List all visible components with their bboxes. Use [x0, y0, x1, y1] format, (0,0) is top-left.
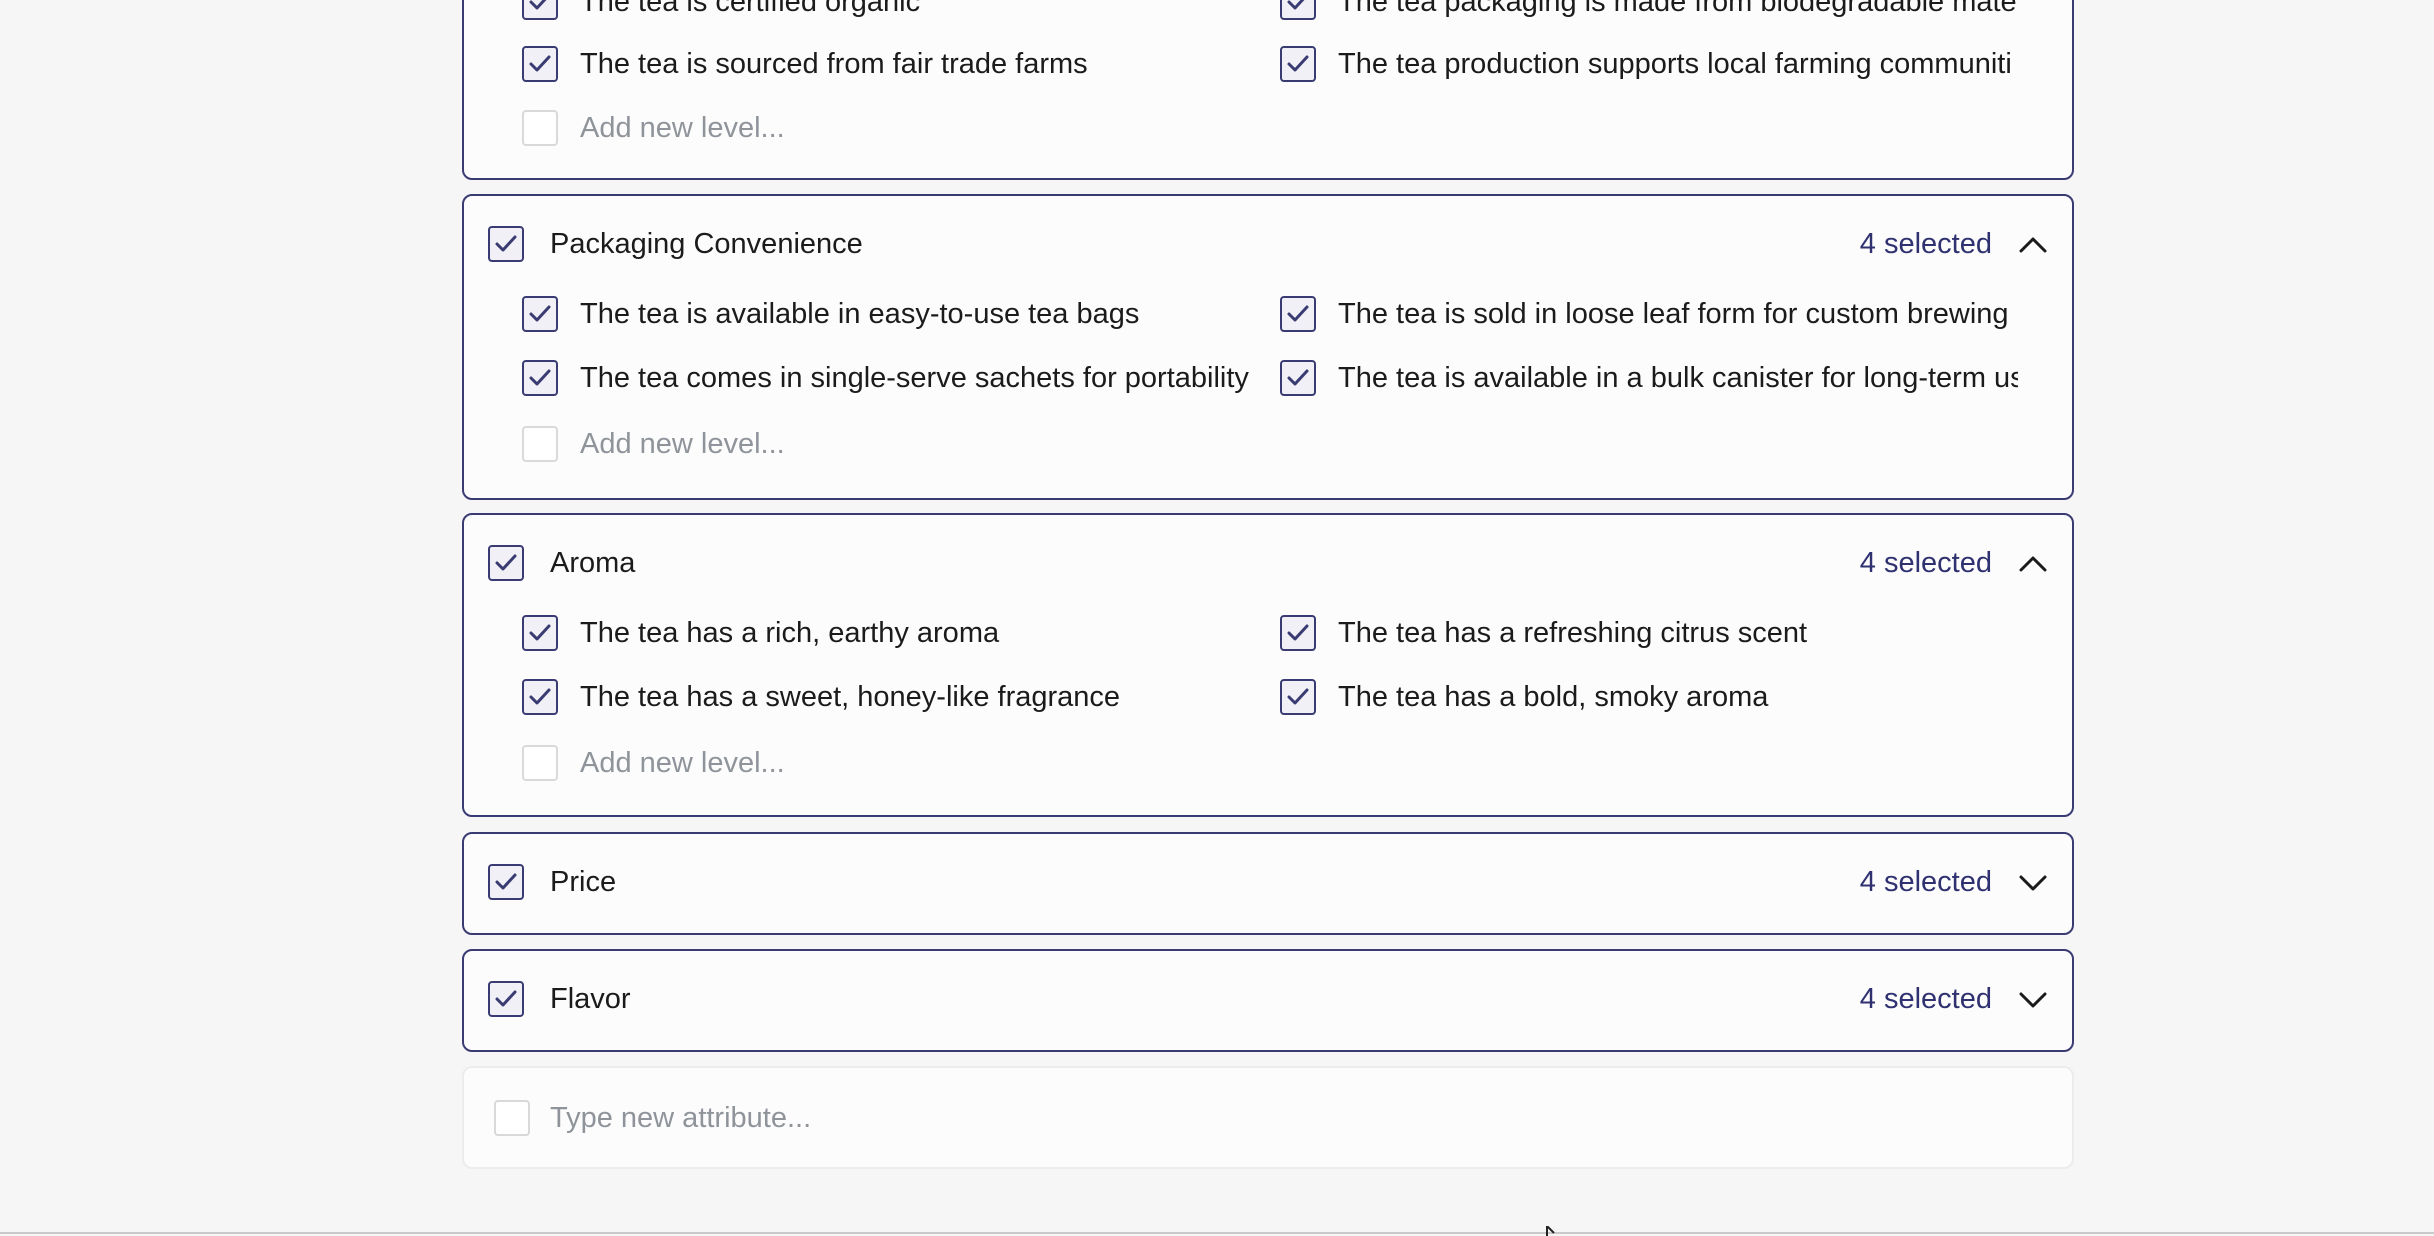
attribute-card-aroma: Aroma 4 selected The tea has a rich, ear… — [462, 513, 2074, 817]
new-attribute-input[interactable]: Type new attribute... — [550, 1100, 1350, 1136]
check-icon — [529, 305, 551, 322]
selected-count: 4 selected — [1859, 866, 1992, 898]
check-icon — [1287, 688, 1309, 705]
selected-count: 4 selected — [1859, 228, 1992, 260]
add-level-checkbox[interactable] — [522, 110, 558, 146]
level-checkbox[interactable] — [522, 679, 558, 715]
level-checkbox[interactable] — [1280, 360, 1316, 396]
attribute-card-price[interactable]: Price 4 selected — [462, 832, 2074, 935]
check-icon — [495, 235, 517, 252]
level-label: The tea is available in a bulk canister … — [1338, 362, 2018, 394]
attribute-checkbox[interactable] — [488, 545, 524, 581]
add-level-input[interactable]: Add new level... — [580, 110, 1180, 146]
check-icon — [1287, 305, 1309, 322]
check-icon — [1287, 369, 1309, 386]
selected-count: 4 selected — [1859, 547, 1992, 579]
check-icon — [1287, 55, 1309, 72]
bottom-divider — [0, 1232, 2434, 1234]
level-label: The tea production supports local farmin… — [1338, 48, 2012, 80]
check-icon — [495, 873, 517, 890]
level-label: The tea comes in single-serve sachets fo… — [580, 362, 1249, 394]
check-icon — [529, 0, 547, 10]
check-icon — [1287, 624, 1309, 641]
chevron-up-icon[interactable] — [2018, 553, 2048, 573]
level-label: The tea has a refreshing citrus scent — [1338, 617, 1808, 649]
level-checkbox[interactable] — [522, 46, 558, 82]
level-checkbox[interactable] — [522, 360, 558, 396]
level-checkbox[interactable] — [1280, 46, 1316, 82]
chevron-down-icon[interactable] — [2018, 991, 2048, 1011]
add-level-checkbox[interactable] — [522, 745, 558, 781]
attribute-checkbox[interactable] — [488, 981, 524, 1017]
attribute-card-flavor[interactable]: Flavor 4 selected — [462, 949, 2074, 1052]
level-checkbox[interactable] — [522, 0, 558, 20]
chevron-up-icon[interactable] — [2018, 234, 2048, 254]
level-checkbox[interactable] — [1280, 679, 1316, 715]
attribute-checkbox[interactable] — [488, 226, 524, 262]
level-label: The tea is certified organic — [580, 0, 921, 18]
level-checkbox[interactable] — [1280, 296, 1316, 332]
check-icon — [529, 55, 551, 72]
attribute-title: Flavor — [550, 983, 631, 1015]
check-icon — [529, 624, 551, 641]
level-label: The tea is sourced from fair trade farms — [580, 48, 1088, 80]
level-label: The tea has a sweet, honey-like fragranc… — [580, 681, 1121, 713]
check-icon — [529, 688, 551, 705]
add-level-checkbox[interactable] — [522, 426, 558, 462]
add-level-input[interactable]: Add new level... — [580, 745, 1180, 781]
attribute-card-sustainability: The tea is certified organic The tea pac… — [462, 0, 2074, 180]
check-icon — [1287, 0, 1305, 10]
level-checkbox[interactable] — [1280, 615, 1316, 651]
new-attribute-row: Type new attribute... — [462, 1066, 2074, 1169]
level-checkbox[interactable] — [1280, 0, 1316, 20]
mouse-cursor-icon — [1546, 1226, 1555, 1236]
chevron-down-icon[interactable] — [2018, 874, 2048, 894]
new-attribute-checkbox[interactable] — [494, 1100, 530, 1136]
check-icon — [495, 990, 517, 1007]
level-label: The tea has a rich, earthy aroma — [580, 617, 1000, 649]
attribute-title: Aroma — [550, 547, 636, 579]
add-level-input[interactable]: Add new level... — [580, 426, 1180, 462]
attribute-checkbox[interactable] — [488, 864, 524, 900]
level-label: The tea packaging is made from biodegrad… — [1338, 0, 2018, 18]
selected-count: 4 selected — [1859, 983, 1992, 1015]
check-icon — [495, 554, 517, 571]
attribute-title: Price — [550, 866, 617, 898]
level-label: The tea has a bold, smoky aroma — [1338, 681, 1769, 713]
check-icon — [529, 369, 551, 386]
level-label: The tea is available in easy-to-use tea … — [580, 298, 1140, 330]
level-checkbox[interactable] — [522, 296, 558, 332]
attribute-card-packaging-convenience: Packaging Convenience 4 selected The tea… — [462, 194, 2074, 500]
level-checkbox[interactable] — [522, 615, 558, 651]
attribute-title: Packaging Convenience — [550, 228, 863, 260]
level-label: The tea is sold in loose leaf form for c… — [1338, 298, 2009, 330]
